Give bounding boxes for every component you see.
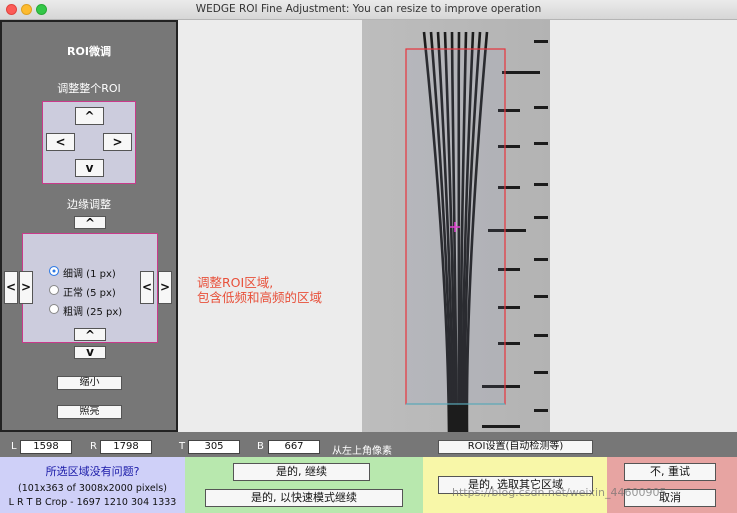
normal-step-label: 正常 (5 px) <box>63 288 116 299</box>
retry-button[interactable]: 不, 重试 <box>624 463 716 481</box>
confirm-question: 所选区域没有问题? <box>45 465 140 478</box>
top-coord-label: T <box>179 441 186 452</box>
move-up-button[interactable]: ^ <box>75 107 104 125</box>
move-right-button[interactable]: > <box>103 133 132 151</box>
annotation-line-1: 调整ROI区域, <box>197 275 274 290</box>
watermark: https://blog.csdn.net/weixin_44600905 <box>452 486 667 499</box>
continue-fast-button[interactable]: 是的, 以快速模式继续 <box>205 489 403 507</box>
panel-heading: ROI微调 <box>67 45 111 58</box>
auto-detect-button[interactable]: ROI设置(自动检测等) <box>438 440 593 454</box>
left-edge-left-button[interactable]: < <box>4 271 18 304</box>
crop-info: L R T B Crop - 1697 1210 304 1333 <box>8 497 177 508</box>
move-down-button[interactable]: v <box>75 159 104 177</box>
coarse-step-radio[interactable] <box>49 304 59 314</box>
bottom-edge-up-button[interactable]: ^ <box>74 328 106 341</box>
wedge-image <box>362 20 550 432</box>
move-roi-label: 调整整个ROI <box>57 82 121 95</box>
top-coord-field[interactable]: 305 <box>188 440 240 454</box>
title-bar: WEDGE ROI Fine Adjustment: You can resiz… <box>0 0 737 20</box>
right-edge-left-button[interactable]: < <box>140 271 154 304</box>
shrink-button[interactable]: 缩小 <box>57 376 122 390</box>
continue-button[interactable]: 是的, 继续 <box>233 463 370 481</box>
left-coord-field[interactable]: 1598 <box>20 440 72 454</box>
left-coord-label: L <box>11 441 17 452</box>
right-coord-label: R <box>90 441 97 452</box>
normal-step-radio[interactable] <box>49 285 59 295</box>
bottom-coord-field[interactable]: 667 <box>268 440 320 454</box>
window-title: WEDGE ROI Fine Adjustment: You can resiz… <box>195 3 542 15</box>
coordinate-hint: 从左上角像素 <box>332 446 392 457</box>
right-coord-field[interactable]: 1798 <box>100 440 152 454</box>
top-edge-up-button[interactable]: ^ <box>74 216 106 229</box>
coarse-step-label: 粗调 (25 px) <box>63 307 123 318</box>
bottom-coord-label: B <box>257 441 264 452</box>
brighten-button[interactable]: 照亮 <box>57 405 122 419</box>
bottom-edge-down-button[interactable]: v <box>74 346 106 359</box>
left-edge-right-button[interactable]: > <box>19 271 33 304</box>
annotation-line-2: 包含低频和高频的区域 <box>197 290 323 305</box>
edge-adjust-label: 边缘调整 <box>67 198 111 211</box>
right-edge-right-button[interactable]: > <box>158 271 172 304</box>
fine-step-radio[interactable] <box>49 266 59 276</box>
size-info: (101x363 of 3008x2000 pixels) <box>18 483 167 494</box>
move-left-button[interactable]: < <box>46 133 75 151</box>
image-view[interactable] <box>362 20 550 432</box>
fine-step-label: 细调 (1 px) <box>63 269 116 280</box>
